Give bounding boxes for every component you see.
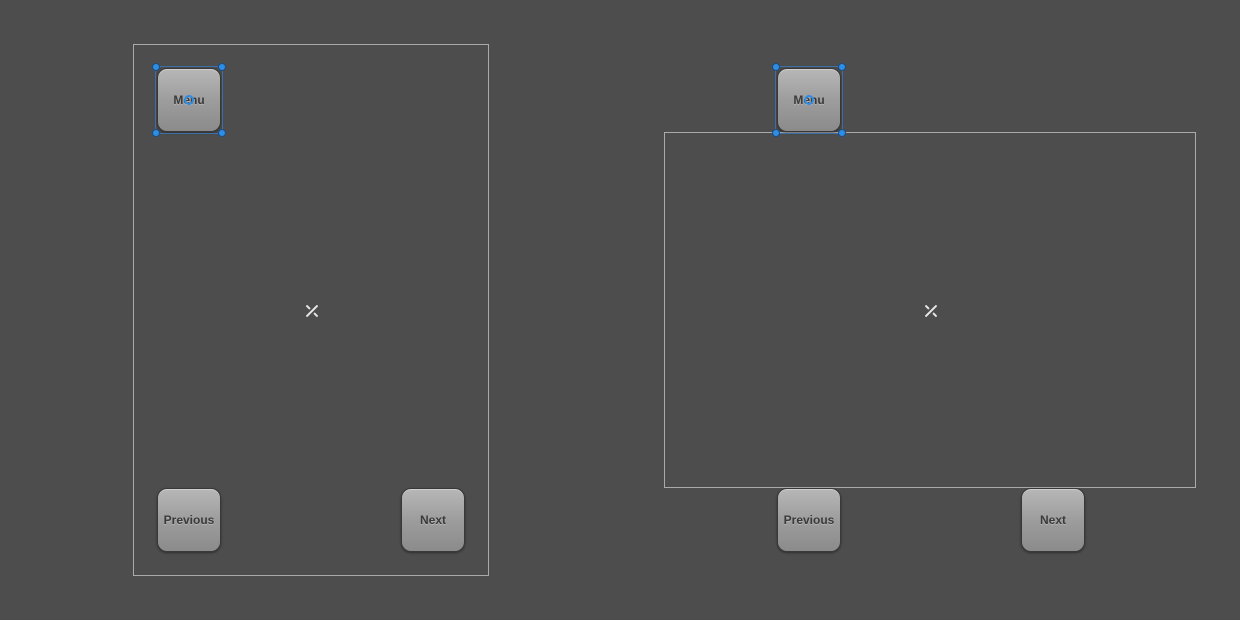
next-button-label: Next (1040, 513, 1066, 527)
anchor-icon (920, 300, 942, 322)
previous-button-label: Previous (784, 513, 835, 527)
resize-handle-bottom-right-icon[interactable] (838, 129, 846, 137)
menu-button[interactable]: Menu (777, 68, 841, 132)
menu-button[interactable]: Menu (157, 68, 221, 132)
previous-button[interactable]: Previous (157, 488, 221, 552)
landscape-view-frame (664, 132, 1196, 488)
resize-handle-bottom-right-icon[interactable] (218, 129, 226, 137)
resize-handle-bottom-left-icon[interactable] (772, 129, 780, 137)
resize-handle-top-left-icon[interactable] (772, 63, 780, 71)
next-button[interactable]: Next (1021, 488, 1085, 552)
previous-button-label: Previous (164, 513, 215, 527)
resize-handle-top-right-icon[interactable] (218, 63, 226, 71)
next-button[interactable]: Next (401, 488, 465, 552)
menu-button-selection[interactable]: Menu (777, 68, 841, 132)
resize-handle-bottom-left-icon[interactable] (152, 129, 160, 137)
resize-handle-top-left-icon[interactable] (152, 63, 160, 71)
next-button-label: Next (420, 513, 446, 527)
menu-button-label: Menu (793, 93, 824, 107)
previous-button[interactable]: Previous (777, 488, 841, 552)
resize-handle-top-right-icon[interactable] (838, 63, 846, 71)
menu-button-label: Menu (173, 93, 204, 107)
menu-button-selection[interactable]: Menu (157, 68, 221, 132)
anchor-icon (301, 300, 323, 322)
